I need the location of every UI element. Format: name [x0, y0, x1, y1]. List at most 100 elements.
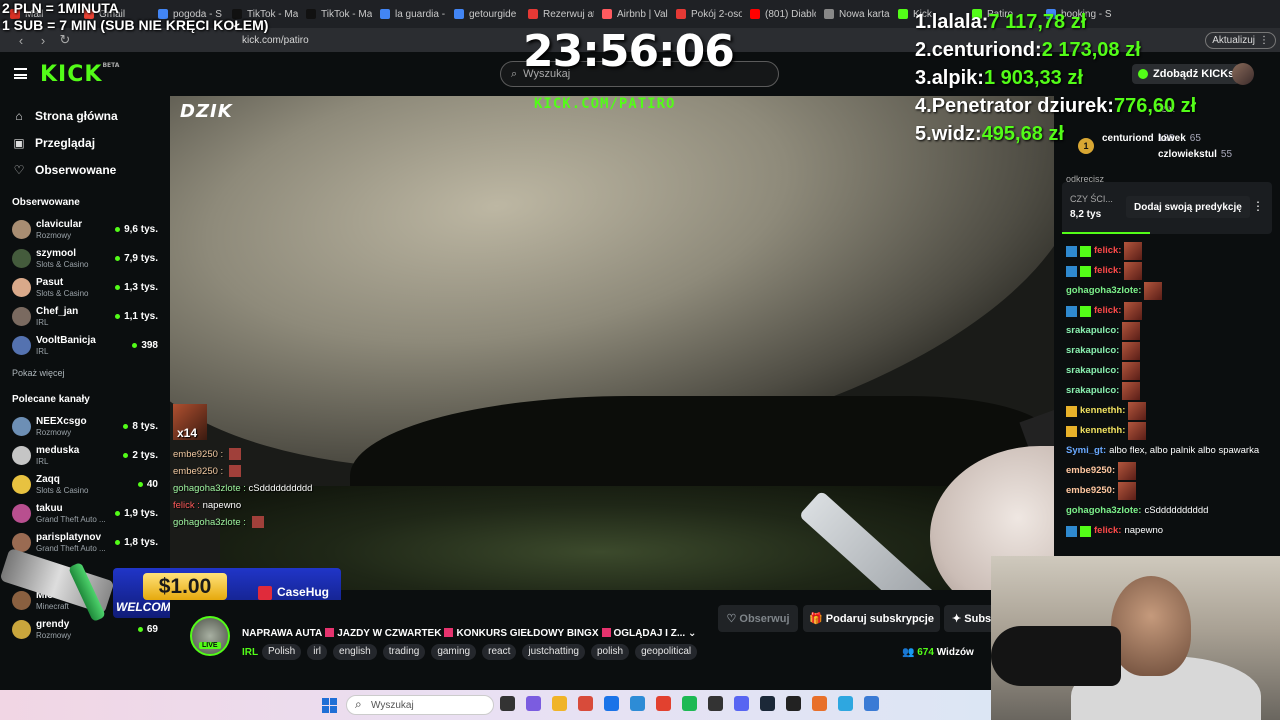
prediction-progress — [1062, 232, 1150, 234]
gift-subs-button[interactable]: 🎁 Podaruj subskrypcje — [803, 605, 940, 632]
stream-tag[interactable]: english — [333, 644, 377, 660]
channel-name: Pasut — [36, 276, 64, 288]
chat-username[interactable]: gohagoha3zlote: — [1066, 501, 1141, 521]
kick-logo[interactable]: KICKBETA — [40, 62, 119, 87]
chat-username[interactable]: Symi_gt: — [1066, 441, 1106, 461]
chevron-down-icon[interactable]: ⌄ — [685, 628, 696, 639]
sidebar-channel[interactable]: meduska IRL 2 tys. — [0, 441, 170, 470]
stream-tag[interactable]: polish — [590, 644, 630, 660]
stream-tag[interactable]: irl — [307, 644, 328, 660]
taskbar-app-icon[interactable] — [682, 696, 697, 711]
stream-category[interactable]: IRL — [242, 647, 258, 658]
chat-username[interactable]: felick: — [1094, 241, 1121, 261]
sidebar-channel[interactable]: takuu Grand Theft Auto ... 1,9 tys. — [0, 499, 170, 528]
microphone — [991, 626, 1121, 686]
sidebar-channel[interactable]: clavicular Rozmowy 9,6 tys. — [0, 215, 170, 244]
sidebar-channel[interactable]: VooltBanicja IRL 398 — [0, 331, 170, 360]
chat-username[interactable]: kennethh: — [1080, 421, 1125, 441]
taskbar-app-icon[interactable] — [734, 696, 749, 711]
ranking-name: widz: — [931, 123, 982, 145]
browser-tab[interactable]: Nowa karta — [818, 2, 890, 26]
sidebar-channel[interactable]: NEEXcsgo Rozmowy 8 tys. — [0, 412, 170, 441]
channel-viewers: 69 — [137, 624, 158, 635]
taskbar-app-icon[interactable] — [838, 696, 853, 711]
windows-start-icon[interactable] — [322, 698, 337, 713]
taskbar-app-icon[interactable] — [630, 696, 645, 711]
live-dot-icon — [115, 227, 121, 232]
chat-username[interactable]: felick: — [1094, 301, 1121, 321]
chat-username[interactable]: gohagoha3zlote: — [1066, 281, 1141, 301]
taskbar-app-icon[interactable] — [864, 696, 879, 711]
add-prediction-button[interactable]: Dodaj swoją predykcję — [1126, 196, 1250, 218]
channel-viewers: 7,9 tys. — [115, 253, 158, 264]
stream-tag[interactable]: geopolitical — [635, 644, 698, 660]
taskbar-app-icon[interactable] — [656, 696, 671, 711]
sidebar-channel[interactable]: szymool Slots & Casino 7,9 tys. — [0, 244, 170, 273]
video-player[interactable] — [170, 96, 1054, 590]
chat-username[interactable]: embe9250: — [1066, 461, 1115, 481]
viewers-icon: 👥 — [902, 647, 915, 658]
stream-tag[interactable]: gaming — [431, 644, 477, 660]
taskbar-app-icon[interactable] — [604, 696, 619, 711]
taskbar-app-icon[interactable] — [760, 696, 775, 711]
browser-tab[interactable]: la guardia - — [374, 2, 446, 26]
live-dot-icon — [123, 424, 129, 429]
chat-username[interactable]: srakapulco: — [1066, 321, 1119, 341]
subscribe-button[interactable]: ✦ Subskrybuj — [944, 605, 992, 632]
taskbar-app-icon[interactable] — [578, 696, 593, 711]
sidebar-nav-item[interactable]: ▣ Przeglądaj — [0, 129, 170, 156]
more-options-icon[interactable]: ⋮ — [1252, 199, 1264, 213]
sidebar-channel[interactable]: Chef_jan IRL 1,1 tys. — [0, 302, 170, 331]
prediction-widget[interactable]: CZY ŚCI... 8,2 tys Dodaj swoją predykcję… — [1062, 182, 1272, 234]
update-button[interactable]: Aktualizuj ⋮ — [1205, 32, 1276, 49]
taskbar-app-icon[interactable] — [500, 696, 515, 711]
tab-label: getourgide — [469, 8, 517, 20]
sidebar-channel[interactable]: Zaqq Slots & Casino 40 — [0, 470, 170, 499]
follow-button[interactable]: ♡ Obserwuj — [718, 605, 798, 632]
chat-username[interactable]: felick: — [1094, 261, 1121, 281]
channel-viewers: 2 tys. — [123, 450, 158, 461]
live-dot-icon — [115, 285, 121, 290]
tab-label: Nowa karta — [839, 8, 890, 20]
sidebar-channel[interactable]: Pasut Slots & Casino 1,3 tys. — [0, 273, 170, 302]
chat-username[interactable]: embe9250: — [1066, 481, 1115, 501]
stream-tag[interactable]: Polish — [262, 644, 302, 660]
taskbar-app-icon[interactable] — [786, 696, 801, 711]
stream-tag[interactable]: trading — [382, 644, 426, 660]
browser-tab[interactable]: TikTok - Ma — [300, 2, 372, 26]
reload-icon[interactable]: ↻ — [54, 32, 76, 48]
taskbar-app-icon[interactable] — [552, 696, 567, 711]
back-icon[interactable]: ‹ — [10, 33, 32, 48]
taskbar-app-icon[interactable] — [812, 696, 827, 711]
stream-tag[interactable]: react — [482, 644, 517, 660]
taskbar-search[interactable]: Wyszukaj — [346, 695, 494, 715]
forward-icon[interactable]: › — [32, 33, 54, 48]
ranking-position: 1. — [915, 11, 932, 33]
tab-favicon-icon — [676, 9, 686, 19]
taskbar-app-icon[interactable] — [708, 696, 723, 711]
title-separator-icon — [444, 628, 454, 637]
browser-tab[interactable]: getourgide — [448, 2, 520, 26]
chat-username[interactable]: felick: — [1094, 521, 1121, 541]
chat-username[interactable]: kennethh: — [1080, 401, 1125, 421]
chat-username[interactable]: srakapulco: — [1066, 361, 1119, 381]
browser-tab[interactable]: Rezerwuj at — [522, 2, 594, 26]
channel-viewers-value: 398 — [141, 340, 158, 351]
browser-tab[interactable]: (801) Diablo — [744, 2, 816, 26]
chat-username[interactable]: srakapulco: — [1066, 381, 1119, 401]
browser-tab[interactable]: Airbnb | Vall — [596, 2, 668, 26]
tab-favicon-icon — [380, 9, 390, 19]
subscriber-badge-icon — [1080, 305, 1091, 317]
chat-username[interactable]: srakapulco: — [1066, 341, 1119, 361]
browser-tab[interactable]: Pokój 2-oso — [670, 2, 742, 26]
menu-icon[interactable] — [14, 68, 27, 79]
taskbar-app-icon[interactable] — [526, 696, 541, 711]
show-more-link[interactable]: Pokaż więcej — [0, 368, 170, 382]
stream-tag[interactable]: justchatting — [522, 644, 585, 660]
verified-badge-icon — [1066, 265, 1077, 277]
sidebar-nav-item[interactable]: ♡ Obserwowane — [0, 156, 170, 183]
channel-viewers-value: 1,8 tys. — [124, 537, 158, 548]
user-avatar[interactable] — [1232, 63, 1254, 85]
sidebar-nav-item[interactable]: ⌂ Strona główna — [0, 102, 170, 129]
streamer-avatar[interactable] — [190, 616, 230, 656]
